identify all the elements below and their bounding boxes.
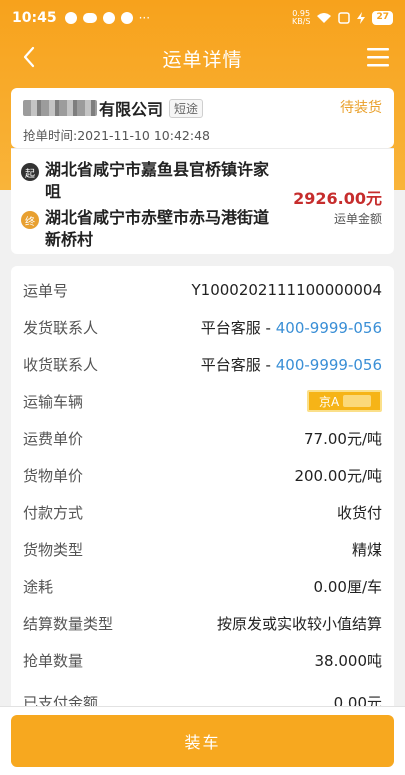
shipper-name: 平台客服 -	[200, 318, 276, 337]
shipper-contact: 平台客服 - 400-9999-056	[201, 317, 382, 338]
detail-label: 货物单价	[23, 466, 84, 485]
transit-loss: 0.00厘/车	[313, 577, 382, 596]
shipper-phone-link[interactable]: 400-9999-056	[276, 319, 382, 337]
nav-bar: 运单详情	[0, 36, 405, 80]
plate-prefix: 京A	[319, 394, 340, 409]
status-notification-icons: ···	[64, 11, 151, 25]
end-location: 终 湖北省咸宁市赤壁市赤马港街道新桥村	[21, 207, 275, 251]
detail-label: 发货联系人	[23, 318, 99, 337]
detail-row-settlement: 结算数量类型 按原发或实收较小值结算	[11, 605, 394, 641]
detail-row-freight-price: 运费单价 77.00元/吨	[11, 420, 394, 456]
cloud-icon	[82, 13, 97, 23]
detail-row-loss: 途耗 0.00厘/车	[11, 568, 394, 604]
receiver-name: 平台客服 -	[200, 355, 276, 374]
load-button[interactable]: 装车	[11, 715, 394, 767]
company-name-redacted	[23, 100, 97, 116]
charging-icon	[357, 12, 366, 24]
route-card: 起 湖北省咸宁市嘉鱼县官桥镇许家咀 终 湖北省咸宁市赤壁市赤马港街道新桥村 29…	[11, 148, 394, 254]
net-speed: 0.95 KB/S	[292, 10, 311, 26]
trip-type-badge: 短途	[169, 98, 204, 118]
company-row: 有限公司 短途	[23, 96, 204, 120]
start-badge: 起	[21, 163, 39, 181]
order-amount-label: 运单金额	[333, 212, 382, 226]
receiver-contact: 平台客服 - 400-9999-056	[201, 354, 382, 375]
details-card: 运单号 Y1000202111100000004 发货联系人 平台客服 - 40…	[11, 266, 394, 766]
order-amount: 2926.00元	[293, 189, 382, 208]
freight-unit-price: 77.00元/吨	[304, 429, 382, 448]
detail-row-shipper: 发货联系人 平台客服 - 400-9999-056	[11, 309, 394, 345]
goods-unit-price: 200.00元/吨	[294, 466, 382, 485]
detail-label: 付款方式	[23, 503, 84, 522]
notification-dot-icon	[64, 12, 77, 24]
end-badge: 终	[21, 211, 39, 229]
detail-row-goods-type: 货物类型 精煤	[11, 531, 394, 567]
status-time: 10:45	[12, 10, 57, 26]
sim-icon	[338, 12, 351, 24]
grab-time: 抢单时间:2021-11-10 10:42:48	[23, 128, 210, 143]
goods-type: 精煤	[351, 540, 382, 559]
shield-icon	[120, 12, 133, 24]
detail-label: 运输车辆	[23, 392, 84, 411]
payment-method: 收货付	[336, 503, 382, 522]
detail-row-quantity: 抢单数量 38.000吨	[11, 642, 394, 678]
detail-label: 货物类型	[23, 540, 84, 559]
start-address: 湖北省咸宁市嘉鱼县官桥镇许家咀	[45, 160, 270, 201]
menu-icon[interactable]	[365, 46, 391, 68]
detail-label: 运单号	[23, 281, 69, 300]
license-plate: 京A	[307, 390, 382, 412]
detail-label: 抢单数量	[23, 651, 84, 670]
company-name: 有限公司	[99, 100, 164, 119]
settlement-type: 按原发或实收较小值结算	[216, 614, 382, 633]
detail-row-goods-price: 货物单价 200.00元/吨	[11, 457, 394, 493]
end-address: 湖北省咸宁市赤壁市赤马港街道新桥村	[45, 208, 270, 249]
detail-label: 途耗	[23, 577, 54, 596]
detail-row-payment: 付款方式 收货付	[11, 494, 394, 530]
receiver-phone-link[interactable]: 400-9999-056	[276, 356, 382, 374]
detail-label: 收货联系人	[23, 355, 99, 374]
detail-row-vehicle: 运输车辆 京A	[11, 383, 394, 419]
order-number: Y1000202111100000004	[191, 281, 383, 299]
detail-label: 结算数量类型	[23, 614, 114, 633]
plate-redacted	[343, 395, 372, 407]
status-system-icons: 0.95 KB/S 27	[292, 10, 393, 26]
order-summary-card: 有限公司 短途 待装货 抢单时间:2021-11-10 10:42:48	[11, 88, 394, 148]
bottom-action-bar: 装车	[0, 706, 405, 775]
alert-icon	[102, 12, 115, 24]
detail-row-receiver: 收货联系人 平台客服 - 400-9999-056	[11, 346, 394, 382]
page-title: 运单详情	[162, 48, 243, 71]
detail-label: 运费单价	[23, 429, 84, 448]
status-bar: 10:45 ··· 0.95 KB/S 27	[0, 0, 405, 36]
detail-row-order-no: 运单号 Y1000202111100000004	[11, 272, 394, 308]
more-icon: ···	[138, 11, 151, 25]
grab-quantity: 38.000吨	[314, 651, 383, 670]
back-icon[interactable]	[14, 42, 44, 72]
wifi-icon	[317, 13, 332, 23]
net-speed-unit: KB/S	[291, 17, 311, 26]
start-location: 起 湖北省咸宁市嘉鱼县官桥镇许家咀	[21, 159, 275, 203]
order-status: 待装货	[340, 100, 382, 116]
battery-level: 27	[372, 11, 393, 25]
